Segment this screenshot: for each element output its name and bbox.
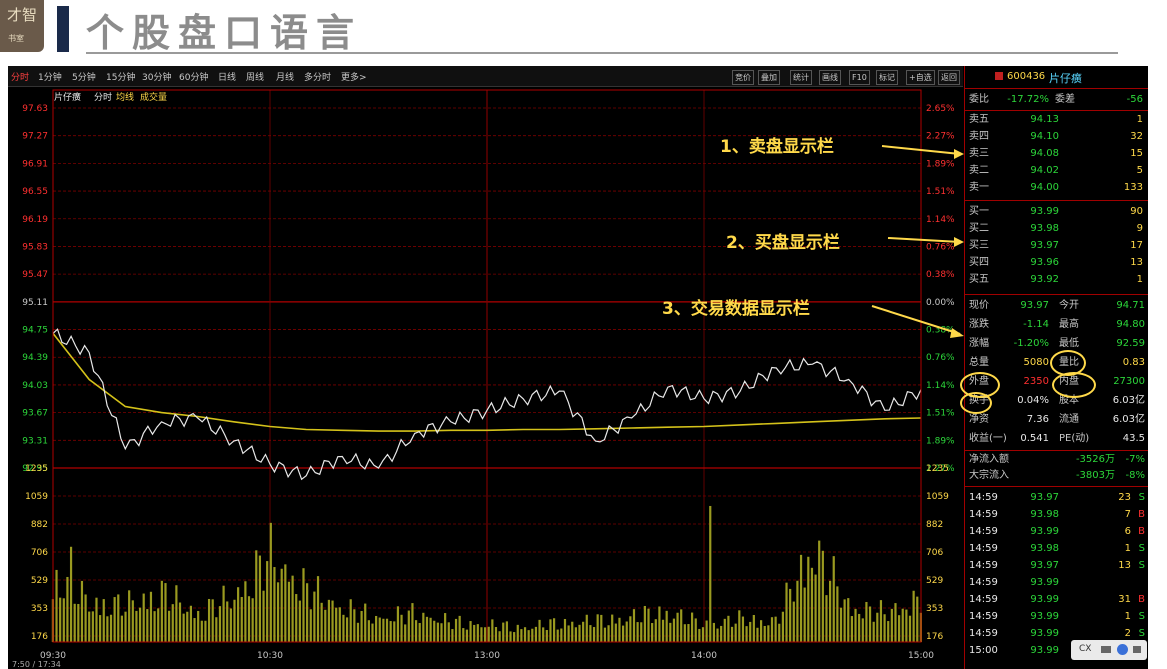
arrowhead-sell xyxy=(954,149,964,159)
slide-title: 个股盘口语言 xyxy=(86,11,363,55)
video-menu-icon[interactable] xyxy=(1133,646,1141,653)
arrowhead-trade xyxy=(950,328,964,338)
trading-terminal: 分时 1分钟 5分钟 15分钟 30分钟 60分钟 日线 周线 月线 多分时 更… xyxy=(8,66,1148,669)
logo: 才智 书室 xyxy=(0,0,44,52)
highlight-turnover xyxy=(960,392,992,414)
arrow-sell xyxy=(881,145,961,155)
title-accent-bar xyxy=(57,6,69,52)
logo-subtext: 书室 xyxy=(8,34,24,43)
slide-header: 才智 书室 个股盘口语言 xyxy=(0,0,1167,58)
arrow-trade xyxy=(871,305,961,335)
highlight-inner-disk xyxy=(1052,372,1096,398)
video-time-readout: 7:50 / 17:34 xyxy=(12,660,61,669)
callout-arrows xyxy=(871,145,964,338)
logo-text: 才智 xyxy=(6,6,37,24)
video-cc-button[interactable]: CX xyxy=(1079,644,1091,654)
arrow-buy xyxy=(887,237,961,243)
video-help-icon[interactable] xyxy=(1117,644,1128,655)
title-divider xyxy=(86,52,1118,54)
video-controls[interactable]: CX xyxy=(1071,640,1147,660)
arrowhead-buy xyxy=(954,237,964,247)
video-screen-icon[interactable] xyxy=(1101,646,1111,653)
